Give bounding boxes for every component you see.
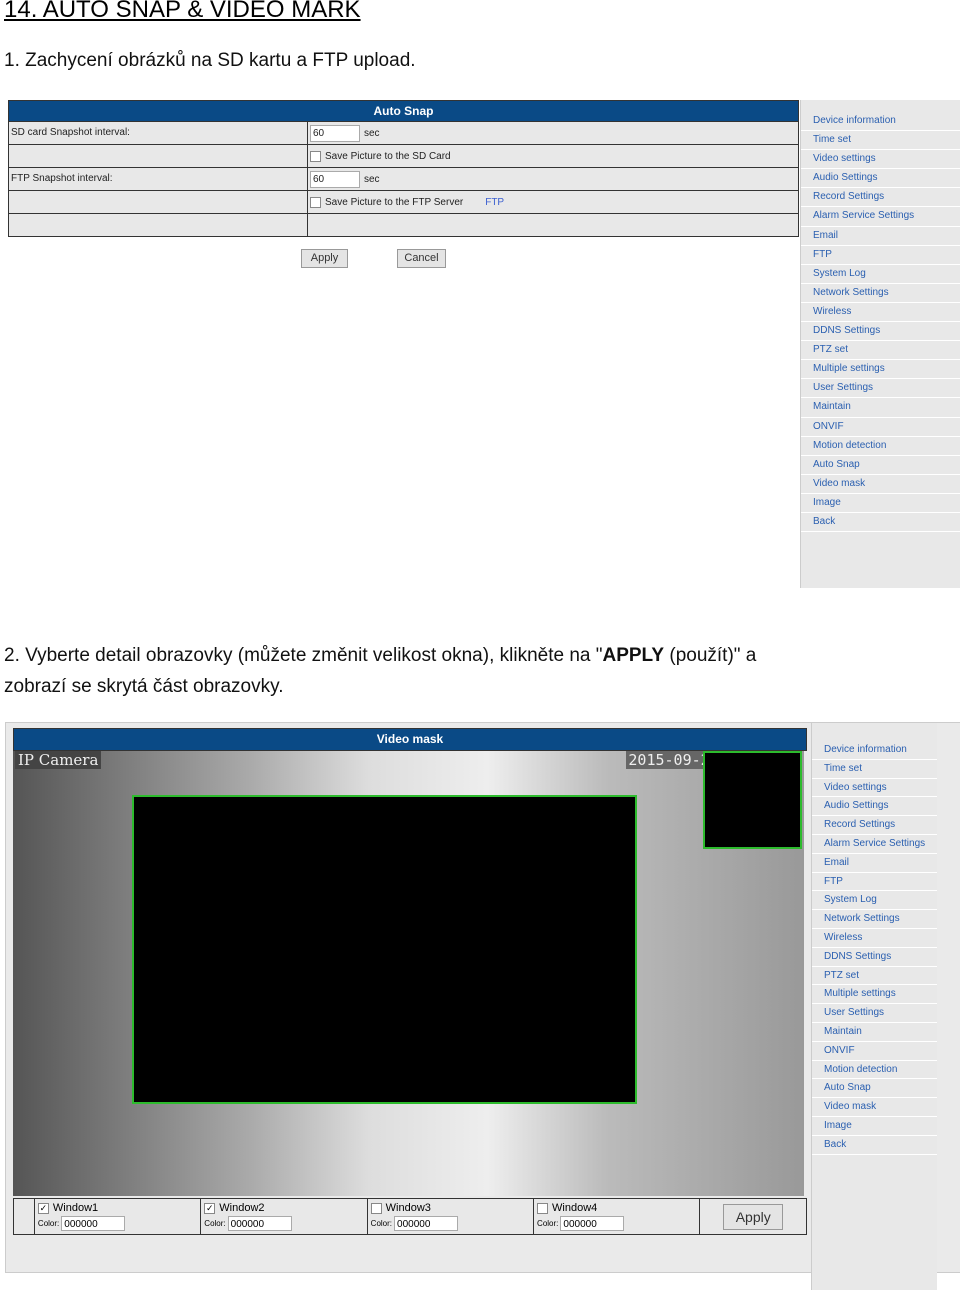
mask-window-control: Window3 Color: 000000 <box>366 1199 533 1234</box>
page-heading: 14. AUTO SNAP & VIDEO MARK <box>4 0 361 23</box>
ftp-link[interactable]: FTP <box>485 197 504 208</box>
window-checkbox[interactable] <box>370 1202 382 1214</box>
sd-save-label: Save Picture to the SD Card <box>325 150 451 162</box>
sidebar-item[interactable]: Video mask <box>801 475 960 494</box>
color-label: Color: <box>37 1219 60 1228</box>
sidebar-item[interactable]: Email <box>801 227 960 246</box>
apply-cell: Apply <box>699 1199 806 1234</box>
sidebar-item[interactable]: ONVIF <box>812 1042 937 1061</box>
sidebar-item[interactable]: Motion detection <box>812 1061 937 1080</box>
settings-sidebar: Device information Time set Video settings… <box>800 100 960 588</box>
sd-interval-label: SD card Snapshot interval: <box>9 122 308 144</box>
step2-part: 2. Vyberte detail obrazovky (můžete změn… <box>4 645 603 666</box>
sidebar-item[interactable]: Network Settings <box>801 284 960 303</box>
cancel-button[interactable]: Cancel <box>397 249 446 268</box>
window-checkbox[interactable]: ✓ <box>204 1202 216 1214</box>
window-checkbox[interactable]: ✓ <box>37 1202 49 1214</box>
color-input[interactable]: 000000 <box>61 1216 126 1231</box>
sidebar-item[interactable]: Auto Snap <box>812 1079 937 1099</box>
sidebar-item[interactable]: Time set <box>801 131 960 151</box>
color-label: Color: <box>370 1219 393 1228</box>
sidebar-item[interactable]: Motion detection <box>801 437 960 456</box>
color-label: Color: <box>204 1219 226 1228</box>
ftp-interval-label: FTP Snapshot interval: <box>9 168 308 190</box>
sidebar-item[interactable]: Video settings <box>801 150 960 170</box>
unit-label: sec <box>364 127 380 139</box>
color-input[interactable]: 000000 <box>227 1216 292 1231</box>
sidebar-item[interactable]: Network Settings <box>812 910 937 929</box>
sidebar-item[interactable]: System Log <box>812 891 937 911</box>
sidebar-item[interactable]: Device information <box>801 112 960 132</box>
step2-text-line2: zobrazí se skrytá část obrazovky. <box>4 676 284 697</box>
sidebar-item[interactable]: Maintain <box>801 398 960 418</box>
step2-apply: APPLY <box>602 645 665 666</box>
unit-label: sec <box>364 173 380 185</box>
sidebar-item[interactable]: Device information <box>812 741 937 760</box>
sidebar-item[interactable]: Record Settings <box>801 188 960 208</box>
sidebar-item[interactable]: FTP <box>812 873 937 892</box>
sidebar-item[interactable]: Image <box>812 1117 937 1136</box>
window-label: Window3 <box>385 1202 431 1214</box>
mask-window-2[interactable] <box>703 751 802 849</box>
step2-part: (použít)" a <box>664 645 757 666</box>
color-label: Color: <box>537 1219 559 1228</box>
sidebar-item[interactable]: DDNS Settings <box>801 322 960 342</box>
mask-window-control: Window4 Color: 000000 <box>533 1199 699 1234</box>
sidebar-item[interactable]: Back <box>812 1136 937 1155</box>
step2-text: 2. Vyberte detail obrazovky (můžete změn… <box>4 645 756 667</box>
video-mask-screenshot: Video mask IP Camera 2015-09-21 17:38:53… <box>5 722 960 1290</box>
mask-window-control: ✓ Window2 Color: 000000 <box>200 1199 366 1234</box>
window-checkbox[interactable] <box>537 1202 549 1214</box>
sidebar-item[interactable]: Alarm Service Settings <box>801 207 960 227</box>
sidebar-item[interactable]: Video settings <box>812 779 937 798</box>
sidebar-item[interactable]: Multiple settings <box>812 985 937 1005</box>
sidebar-item[interactable]: Auto Snap <box>801 456 960 475</box>
ftp-save-label: Save Picture to the FTP Server <box>325 196 464 208</box>
sidebar-item[interactable]: Maintain <box>812 1023 937 1042</box>
window-label: Window2 <box>219 1202 265 1214</box>
window-label: Window4 <box>552 1202 598 1214</box>
sd-save-checkbox[interactable] <box>310 150 321 162</box>
sidebar-item[interactable]: Image <box>801 494 960 513</box>
sidebar-item[interactable]: Record Settings <box>812 816 937 835</box>
sidebar-item[interactable]: DDNS Settings <box>812 948 937 967</box>
sd-interval-input[interactable]: 60 <box>310 124 360 142</box>
color-input[interactable]: 000000 <box>560 1216 625 1231</box>
sidebar-item[interactable]: FTP <box>801 246 960 265</box>
sidebar-item[interactable]: Audio Settings <box>801 169 960 189</box>
auto-snap-table: Auto Snap SD card Snapshot interval: 60 se… <box>8 100 799 237</box>
color-input[interactable]: 000000 <box>394 1216 459 1231</box>
osd-camera-name: IP Camera <box>15 751 102 769</box>
mask-controls: ✓ Window1 Color: 000000 ✓ Window2 Color: 000000… <box>13 1198 807 1235</box>
settings-sidebar: Device information Time set Video settings… <box>811 723 937 1290</box>
sidebar-item[interactable]: PTZ set <box>812 967 937 986</box>
window-label: Window1 <box>52 1202 99 1214</box>
apply-button[interactable]: Apply <box>723 1203 784 1230</box>
auto-snap-title: Auto Snap <box>9 101 798 121</box>
sidebar-item[interactable]: User Settings <box>801 379 960 399</box>
ftp-interval-input[interactable]: 60 <box>310 170 360 188</box>
step1-text: 1. Zachycení obrázků na SD kartu a FTP u… <box>4 50 416 71</box>
sidebar-item[interactable]: User Settings <box>812 1004 937 1023</box>
sidebar-item[interactable]: Wireless <box>812 929 937 948</box>
apply-button[interactable]: Apply <box>301 249 348 268</box>
sidebar-item[interactable]: Multiple settings <box>801 360 960 380</box>
video-mask-title: Video mask <box>13 728 807 751</box>
mask-window-1[interactable] <box>132 795 637 1104</box>
sidebar-item[interactable]: System Log <box>801 265 960 284</box>
mask-window-control: ✓ Window1 Color: 000000 <box>33 1199 200 1234</box>
sidebar-item[interactable]: ONVIF <box>801 418 960 437</box>
sidebar-item[interactable]: Alarm Service Settings <box>812 835 937 854</box>
ftp-save-checkbox[interactable] <box>310 196 321 208</box>
sidebar-item[interactable]: PTZ set <box>801 341 960 361</box>
sidebar-item[interactable]: Time set <box>812 760 937 779</box>
sidebar-item[interactable]: Audio Settings <box>812 797 937 817</box>
sidebar-item[interactable]: Video mask <box>812 1098 937 1117</box>
sidebar-item[interactable]: Wireless <box>801 303 960 323</box>
auto-snap-screenshot: Auto Snap SD card Snapshot interval: 60 se… <box>8 100 960 588</box>
camera-video[interactable]: IP Camera 2015-09-21 17:38:53 <box>13 751 804 1196</box>
sidebar-item[interactable]: Email <box>812 854 937 873</box>
sidebar-item[interactable]: Back <box>801 513 960 533</box>
